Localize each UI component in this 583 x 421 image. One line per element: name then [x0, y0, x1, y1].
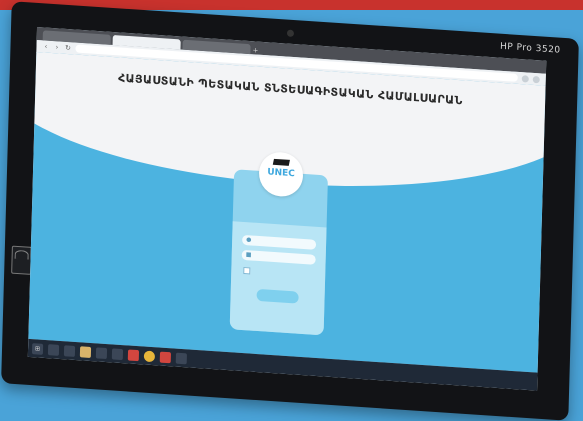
start-button-icon[interactable]: ⊞ [31, 342, 44, 355]
graduation-cap-icon [272, 158, 290, 166]
user-icon: ● [246, 236, 252, 244]
web-page: ՀԱՅԱՍՏԱՆԻ ՊԵՏԱԿԱՆ ՏՆՏԵՍԱԳԻՏԱԿԱՆ ՀԱՄԱԼՍԱՐ… [28, 51, 546, 373]
taskbar-app-icon[interactable] [111, 347, 124, 360]
folder-icon[interactable] [79, 345, 92, 358]
energy-star-label [11, 245, 32, 275]
system-tray[interactable] [524, 381, 537, 382]
taskbar-app-icon[interactable] [159, 351, 172, 363]
monitor: HP Pro 3520 + ‹ › ↻ ՀԱՅԱՍՏԱՆԻ ՊԵՏԱԿԱՆ ՏՆ… [1, 1, 579, 421]
taskbar-app-icon[interactable] [127, 348, 140, 361]
login-card: UNEC ● ■ [229, 150, 329, 336]
bookmark-icon[interactable] [521, 74, 529, 83]
reload-icon[interactable]: ↻ [64, 44, 71, 52]
webcam [286, 29, 295, 38]
logo-text: UNEC [267, 167, 295, 180]
lock-icon: ■ [245, 251, 252, 259]
back-icon[interactable]: ‹ [42, 42, 49, 50]
taskbar-app-icon[interactable] [47, 343, 60, 356]
chrome-icon[interactable] [143, 350, 156, 362]
new-tab-button[interactable]: + [252, 46, 260, 55]
taskbar-app-icon[interactable] [95, 346, 108, 359]
taskbar-app-icon[interactable] [175, 352, 187, 364]
forward-icon[interactable]: › [53, 43, 60, 51]
taskbar-app-icon[interactable] [63, 344, 76, 357]
menu-icon[interactable] [532, 75, 540, 83]
remember-checkbox[interactable] [243, 266, 251, 275]
monitor-brand: HP Pro 3520 [499, 41, 561, 56]
screen: + ‹ › ↻ ՀԱՅԱՍՏԱՆԻ ՊԵՏԱԿԱՆ ՏՆՏԵՍԱԳԻՏԱԿԱՆ … [27, 26, 547, 391]
remember-me[interactable] [243, 266, 253, 275]
